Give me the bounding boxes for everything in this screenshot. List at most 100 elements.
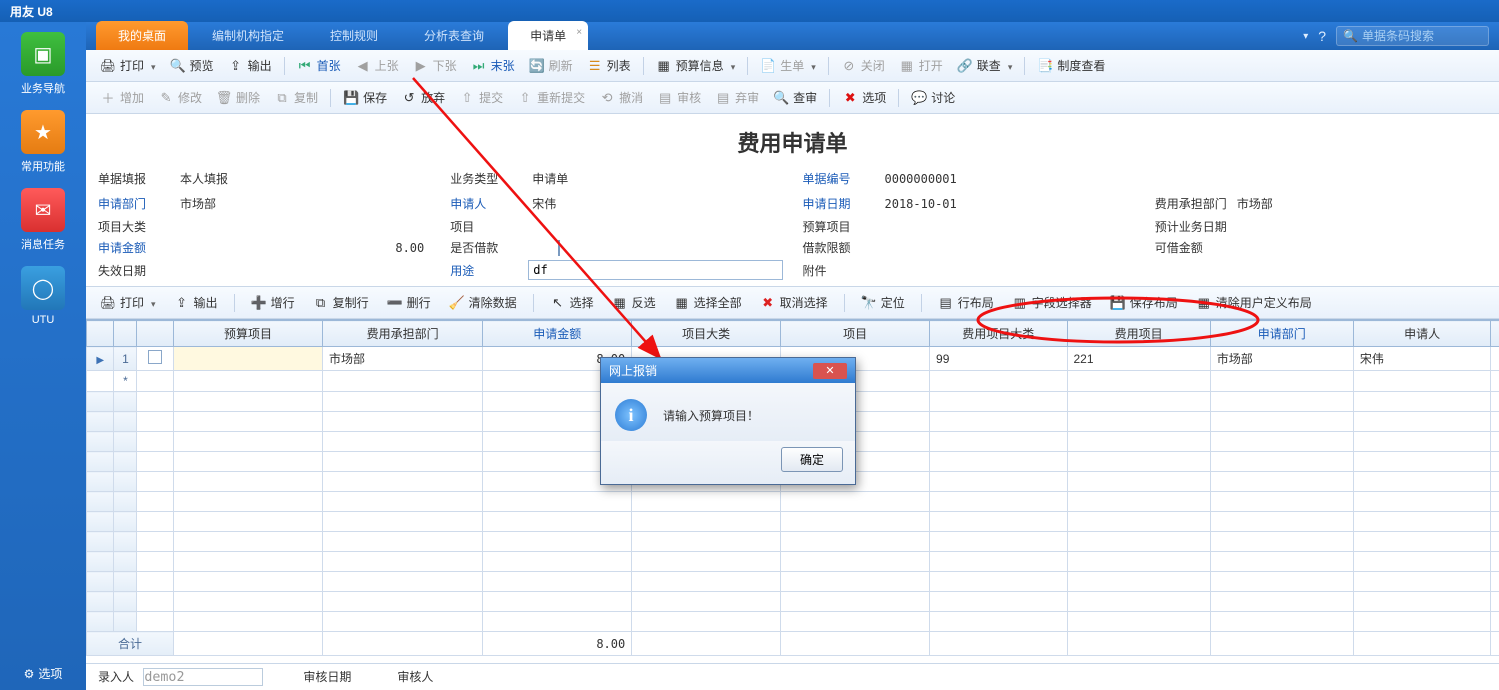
open-bill-button[interactable]: ▦打开 <box>893 54 949 77</box>
grid-select-button[interactable]: ↖选择 <box>544 291 600 314</box>
col-cost-item[interactable]: 费用项目 <box>1067 321 1210 347</box>
first-button[interactable]: ⏮首张 <box>291 54 347 77</box>
dialog-ok-button[interactable]: 确定 <box>781 447 843 472</box>
cell-applicant[interactable]: 宋伟 <box>1353 347 1490 371</box>
del-row-icon: ➖ <box>387 295 403 311</box>
purpose-input[interactable] <box>528 260 782 280</box>
loan-flag-checkbox[interactable] <box>558 240 560 256</box>
grid-reset-layout-button[interactable]: ▦清除用户定义布局 <box>1190 291 1318 314</box>
undo-button[interactable]: ⟲撤消 <box>593 86 649 109</box>
options-icon: ✖ <box>842 90 858 106</box>
col-proj[interactable]: 项目 <box>781 321 930 347</box>
layout-icon: ▤ <box>938 295 954 311</box>
cell-apply-dept[interactable]: 市场部 <box>1210 347 1353 371</box>
rollback-icon: ⟲ <box>599 90 615 106</box>
dialog-close-button[interactable]: ✕ <box>813 363 847 379</box>
sum-amount: 8.00 <box>483 632 632 656</box>
cell-cost-item[interactable]: 221 <box>1067 347 1210 371</box>
dialog-message: 请输入预算项目！ <box>663 407 759 424</box>
grid-output-button[interactable]: ⇪输出 <box>168 291 224 314</box>
col-applicant[interactable]: 申请人 <box>1353 321 1490 347</box>
cell-cost-cat[interactable]: 99 <box>930 347 1067 371</box>
sidebar-options[interactable]: ⚙ 选项 <box>0 665 86 682</box>
applicant-label[interactable]: 申请人 <box>450 195 528 212</box>
sidebar-item-messages[interactable]: ✉ 消息任务 <box>0 188 86 252</box>
cell-cost-dept[interactable]: 市场部 <box>322 347 482 371</box>
close-bill-button[interactable]: ⊘关闭 <box>835 54 891 77</box>
tab-org[interactable]: 编制机构指定 <box>190 21 306 50</box>
help-icon[interactable]: ? <box>1318 28 1326 44</box>
options-button[interactable]: ✖选项 <box>836 86 892 109</box>
print-button[interactable]: 🖨打印 <box>94 54 162 77</box>
policy-view-button[interactable]: 📑制度查看 <box>1031 54 1111 77</box>
select-all-icon: ▦ <box>674 295 690 311</box>
col-apply-dept[interactable]: 申请部门 <box>1210 321 1353 347</box>
gear-icon: ⚙ <box>24 667 35 681</box>
submit-button[interactable]: ⇧提交 <box>453 86 509 109</box>
tab-desktop[interactable]: 我的桌面 <box>96 21 188 50</box>
binocular-icon: 🔭 <box>861 295 877 311</box>
review-button[interactable]: 🔍查审 <box>767 86 823 109</box>
col-proj-cat[interactable]: 项目大类 <box>632 321 781 347</box>
refresh-button[interactable]: 🔄刷新 <box>523 54 579 77</box>
col-amount[interactable]: 申请金额 <box>483 321 632 347</box>
grid-locate-button[interactable]: 🔭定位 <box>855 291 911 314</box>
discuss-button[interactable]: 💬讨论 <box>905 86 961 109</box>
barcode-search-input[interactable] <box>1362 29 1482 43</box>
grid-unselect-all-button[interactable]: ✖取消选择 <box>754 291 834 314</box>
grid-copy-row-button[interactable]: ⧉复制行 <box>307 291 375 314</box>
col-start-date[interactable]: 起始日期 <box>1491 321 1499 347</box>
tab-rule[interactable]: 控制规则 <box>308 21 400 50</box>
grid-clear-button[interactable]: 🧹清除数据 <box>443 291 523 314</box>
reject-audit-button[interactable]: ▤弃审 <box>709 86 765 109</box>
purpose-label[interactable]: 用途 <box>450 262 528 279</box>
amount-label[interactable]: 申请金额 <box>98 239 176 256</box>
expire-label: 失效日期 <box>98 262 176 279</box>
add-button[interactable]: ＋增加 <box>94 86 150 109</box>
tab-analysis[interactable]: 分析表查询 <box>402 21 506 50</box>
barcode-search[interactable]: 🔍 <box>1336 26 1489 46</box>
grid-save-layout-button[interactable]: 💾保存布局 <box>1104 291 1184 314</box>
sidebar-item-favorites[interactable]: ★ 常用功能 <box>0 110 86 174</box>
last-button[interactable]: ⏭末张 <box>465 54 521 77</box>
col-budget-proj[interactable]: 预算项目 <box>174 321 323 347</box>
list-button[interactable]: ☰列表 <box>581 54 637 77</box>
loan-avail-value <box>1233 246 1487 250</box>
prev-button[interactable]: ◀上张 <box>349 54 405 77</box>
audit-button[interactable]: ▤审核 <box>651 86 707 109</box>
grid-invert-button[interactable]: ▦反选 <box>606 291 662 314</box>
output-button[interactable]: ⇪输出 <box>222 54 278 77</box>
save-layout-icon: 💾 <box>1110 295 1126 311</box>
preview-button[interactable]: 🔍预览 <box>164 54 220 77</box>
grid-field-selector-button[interactable]: ▥字段选择器 <box>1006 291 1098 314</box>
tab-apply[interactable]: 申请单× <box>508 21 588 50</box>
edit-button[interactable]: ✎修改 <box>152 86 208 109</box>
col-cost-cat[interactable]: 费用项目大类 <box>930 321 1067 347</box>
sum-label: 合计 <box>87 632 174 656</box>
col-cost-dept[interactable]: 费用承担部门 <box>322 321 482 347</box>
generate-bill-button[interactable]: 📄生单 <box>754 54 822 77</box>
grid-del-row-button[interactable]: ➖删行 <box>381 291 437 314</box>
grid-add-row-button[interactable]: ➕增行 <box>245 291 301 314</box>
chevron-down-icon[interactable]: ▾ <box>1303 31 1308 42</box>
auditor-label: 审核人 <box>397 670 433 684</box>
toolbar-edit: ＋增加 ✎修改 🗑删除 ⧉复制 💾保存 ↺放弃 ⇧提交 ⇧重新提交 ⟲撤消 ▤审… <box>86 82 1499 114</box>
grid-row-layout-button[interactable]: ▤行布局 <box>932 291 1000 314</box>
bill-no-label[interactable]: 单据编号 <box>803 170 881 187</box>
sidebar-item-biz-nav[interactable]: ▣ 业务导航 <box>0 32 86 96</box>
apply-date-label[interactable]: 申请日期 <box>803 195 881 212</box>
grid-print-button[interactable]: 🖨打印 <box>94 291 162 314</box>
delete-button[interactable]: 🗑删除 <box>210 86 266 109</box>
abandon-button[interactable]: ↺放弃 <box>395 86 451 109</box>
row-checkbox[interactable] <box>148 350 162 364</box>
close-icon[interactable]: × <box>576 27 582 38</box>
grid-select-all-button[interactable]: ▦选择全部 <box>668 291 748 314</box>
budget-info-button[interactable]: ▦预算信息 <box>650 54 742 77</box>
copy-button[interactable]: ⧉复制 <box>268 86 324 109</box>
resubmit-button[interactable]: ⇧重新提交 <box>511 86 591 109</box>
link-query-button[interactable]: 🔗联查 <box>951 54 1019 77</box>
save-button[interactable]: 💾保存 <box>337 86 393 109</box>
sidebar-item-utu[interactable]: ◯ UTU <box>0 266 86 326</box>
next-button[interactable]: ▶下张 <box>407 54 463 77</box>
apply-dept-label[interactable]: 申请部门 <box>98 195 176 212</box>
